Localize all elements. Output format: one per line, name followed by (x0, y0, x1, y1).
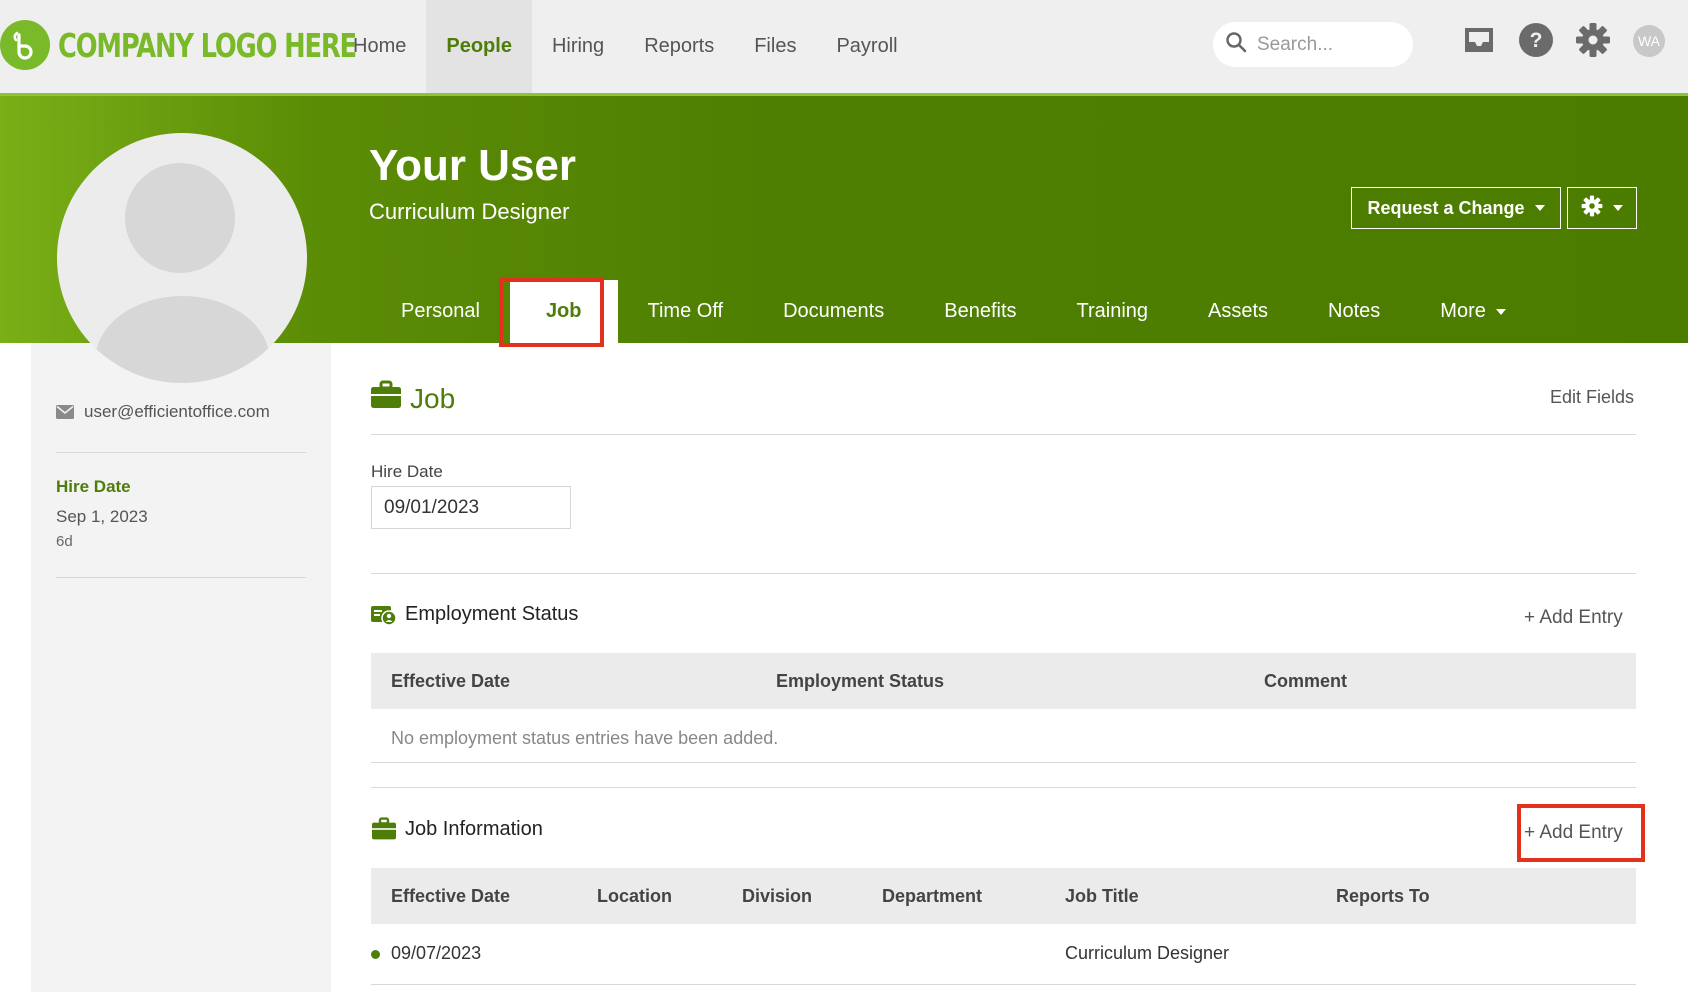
nav-item-files[interactable]: Files (734, 0, 816, 93)
nav-item-hiring[interactable]: Hiring (532, 0, 624, 93)
profile-tabs: Personal Job Time Off Documents Benefits… (370, 280, 1536, 343)
hire-date-field-label: Hire Date (371, 462, 443, 481)
search-icon (1225, 31, 1247, 58)
tab-time-off[interactable]: Time Off (618, 280, 754, 343)
nav-item-home[interactable]: Home (333, 0, 426, 93)
tab-training[interactable]: Training (1047, 280, 1179, 343)
employment-status-add-entry-button[interactable]: + Add Entry (1524, 607, 1623, 629)
employment-status-table-header: Effective Date Employment Status Comment (371, 653, 1636, 709)
nav-item-people[interactable]: People (426, 0, 532, 93)
column-header-reports-to[interactable]: Reports To (1336, 886, 1430, 907)
envelope-icon (56, 405, 84, 419)
request-change-label: Request a Change (1367, 197, 1525, 218)
user-avatar[interactable]: WA (1633, 25, 1665, 57)
main-nav: Home People Hiring Reports Files Payroll (333, 0, 918, 93)
briefcase-icon (371, 380, 401, 415)
current-entry-indicator (371, 950, 380, 959)
sidebar-hire-date: Sep 1, 2023 (56, 507, 148, 526)
column-header-job-title[interactable]: Job Title (1065, 886, 1139, 907)
column-header-effective-date[interactable]: Effective Date (391, 886, 510, 907)
employee-name: Your User (369, 141, 577, 190)
column-header-department[interactable]: Department (882, 886, 982, 907)
column-header-employment-status[interactable]: Employment Status (776, 671, 944, 692)
search-input[interactable] (1257, 33, 1397, 56)
job-information-add-entry-button[interactable]: + Add Entry (1524, 822, 1623, 844)
chevron-down-icon (1534, 205, 1545, 211)
edit-fields-link[interactable]: Edit Fields (1550, 387, 1634, 408)
tab-assets[interactable]: Assets (1178, 280, 1298, 343)
briefcase-icon (371, 817, 405, 841)
search-box[interactable] (1213, 22, 1413, 67)
svg-text:?: ? (1530, 29, 1543, 52)
employee-job-title: Curriculum Designer (369, 199, 570, 224)
employment-status-empty-message: No employment status entries have been a… (391, 728, 779, 748)
nav-item-reports[interactable]: Reports (624, 0, 734, 93)
tab-personal[interactable]: Personal (370, 280, 510, 343)
inbox-icon[interactable] (1461, 22, 1497, 58)
job-information-heading: Job Information (371, 817, 543, 841)
job-information-table-header: Effective Date Location Division Departm… (371, 868, 1636, 924)
tab-more-label: More (1440, 300, 1486, 322)
chevron-down-icon (1613, 205, 1623, 211)
divider (371, 787, 1636, 788)
row-effective-date: 09/07/2023 (391, 943, 482, 963)
tab-documents[interactable]: Documents (753, 280, 914, 343)
profile-settings-button[interactable] (1567, 187, 1637, 229)
column-header-comment[interactable]: Comment (1264, 671, 1347, 692)
gear-icon (1581, 195, 1603, 222)
tab-benefits[interactable]: Benefits (914, 280, 1046, 343)
divider (56, 577, 306, 578)
column-header-division[interactable]: Division (742, 886, 812, 907)
employment-status-heading: Employment Status (371, 603, 578, 626)
settings-gear-icon[interactable] (1575, 22, 1611, 58)
request-change-button[interactable]: Request a Change (1351, 187, 1561, 229)
divider (371, 434, 1636, 435)
top-navigation-bar: COMPANY LOGO HERE Home People Hiring Rep… (0, 0, 1688, 93)
sidebar-hire-date-label: Hire Date (56, 477, 131, 496)
nav-item-payroll[interactable]: Payroll (816, 0, 917, 93)
sidebar-tenure: 6d (56, 533, 73, 550)
row-job-title: Curriculum Designer (1065, 943, 1230, 963)
profile-photo-placeholder[interactable] (57, 133, 307, 383)
help-icon[interactable]: ? (1518, 22, 1554, 58)
column-header-location[interactable]: Location (597, 886, 672, 907)
email-link[interactable]: user@efficientoffice.com (84, 402, 270, 422)
section-title-job: Job (410, 383, 456, 414)
column-header-effective-date[interactable]: Effective Date (391, 671, 510, 692)
tab-job[interactable]: Job (509, 280, 618, 343)
divider (371, 984, 1636, 985)
logo-text: COMPANY LOGO HERE (58, 25, 357, 65)
email-row: user@efficientoffice.com (56, 402, 270, 422)
job-information-title: Job Information (405, 817, 543, 840)
divider (371, 762, 1636, 763)
hire-date-field[interactable] (371, 486, 571, 529)
chevron-down-icon (1495, 308, 1506, 315)
employment-status-title: Employment Status (405, 603, 579, 625)
profile-sidebar (31, 343, 331, 992)
tab-notes[interactable]: Notes (1298, 280, 1410, 343)
divider (56, 452, 306, 453)
employment-status-icon (371, 604, 405, 626)
tab-more[interactable]: More (1410, 280, 1536, 343)
logo-leaf-icon (0, 20, 50, 70)
divider (371, 573, 1636, 574)
